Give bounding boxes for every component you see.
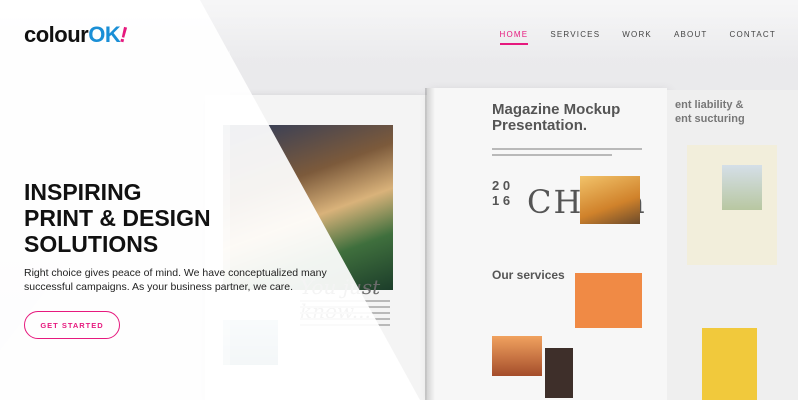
magazine-yellow-page [702,328,757,400]
hero-headline: INSPIRING PRINT & DESIGN SOLUTIONS [24,179,324,257]
magazine-body-lines [492,148,642,160]
hero-subtitle: Right choice gives peace of mind. We hav… [24,266,334,294]
magazine-crab-illustration [575,273,642,328]
magazine-year: 2 0 1 6 [492,178,511,208]
nav-work[interactable]: WORK [622,30,652,45]
nav-services[interactable]: SERVICES [550,30,600,45]
main-nav: HOME SERVICES WORK ABOUT CONTACT [478,30,776,45]
magazine-right-page: ent liability & ent sucturing [667,90,798,400]
subtitle-line-1: Right choice gives peace of mind. We hav… [24,267,327,279]
headline-line-1: INSPIRING [24,179,142,205]
nav-contact[interactable]: CONTACT [730,30,776,45]
magazine-spine-shadow [425,88,435,400]
logo-word: colour [24,22,89,47]
nav-about[interactable]: ABOUT [674,30,708,45]
get-started-button[interactable]: GET STARTED [24,311,120,339]
magazine-right-image [722,165,762,210]
nav-home[interactable]: HOME [499,30,529,45]
magazine-sunset-image [580,176,640,224]
headline-line-2: PRINT & DESIGN [24,205,211,231]
brand-logo[interactable]: colourOK! [24,22,130,48]
logo-ok: OK [88,22,121,47]
headline-line-3: SOLUTIONS [24,231,159,257]
subtitle-line-2: successful campaigns. As your business p… [24,281,294,293]
magazine-services-heading: Our services [492,268,565,282]
magazine-right-heading: ent liability & ent sucturing [675,99,745,125]
magazine-title: Magazine Mockup Presentation. [492,101,621,134]
magazine-bottle-image [545,348,573,398]
magazine-landscape-image [492,336,542,376]
magazine-center-page: Magazine Mockup Presentation. 2 0 1 6 CH… [427,88,667,400]
